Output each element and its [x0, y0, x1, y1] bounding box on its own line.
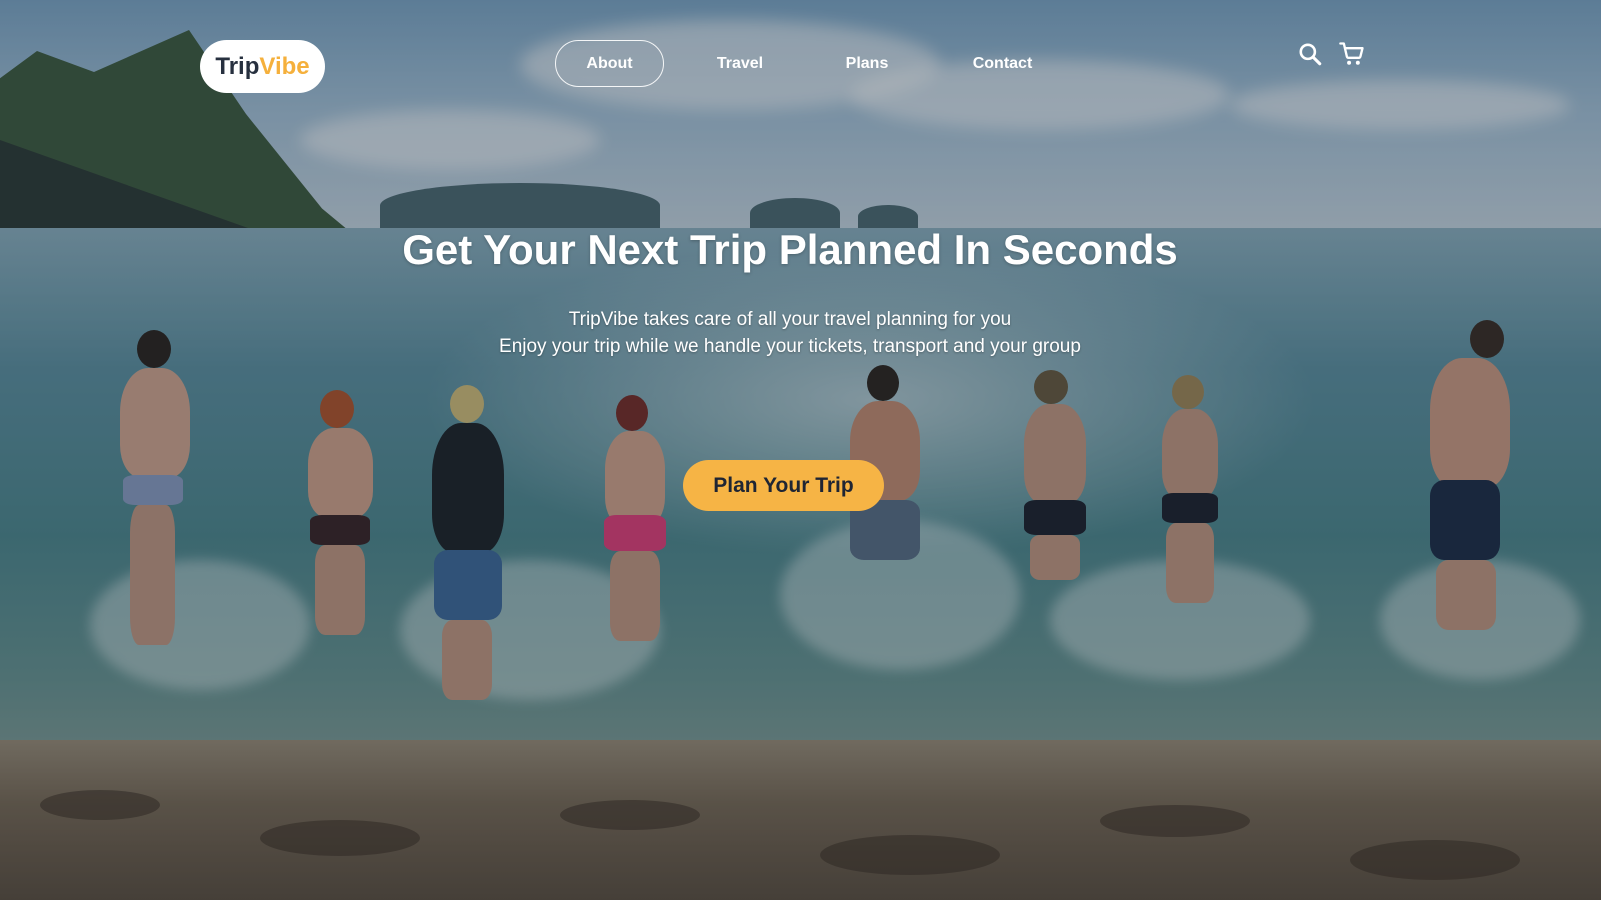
nav-item-travel[interactable]: Travel — [700, 40, 780, 87]
brand-logo[interactable]: Trip Vibe — [200, 40, 325, 93]
nav-item-about[interactable]: About — [555, 40, 664, 87]
dark-overlay — [0, 0, 1601, 900]
brand-logo-part2: Vibe — [259, 52, 310, 80]
plan-your-trip-button[interactable]: Plan Your Trip — [683, 460, 884, 511]
nav-item-contact[interactable]: Contact — [955, 40, 1050, 87]
hero-subtitle-line-1: TripVibe takes care of all your travel p… — [568, 309, 1012, 330]
search-icon[interactable] — [1294, 38, 1326, 70]
hero-background-image — [0, 0, 1601, 900]
brand-logo-part1: Trip — [215, 52, 260, 80]
hero-title: Get Your Next Trip Planned In Seconds — [402, 226, 1178, 273]
cart-icon[interactable] — [1336, 38, 1368, 70]
nav-item-plans[interactable]: Plans — [830, 40, 904, 87]
hero-subtitle-line-2: Enjoy your trip while we handle your tic… — [499, 336, 1081, 357]
hero-subtitle: TripVibe takes care of all your travel p… — [0, 306, 1580, 360]
